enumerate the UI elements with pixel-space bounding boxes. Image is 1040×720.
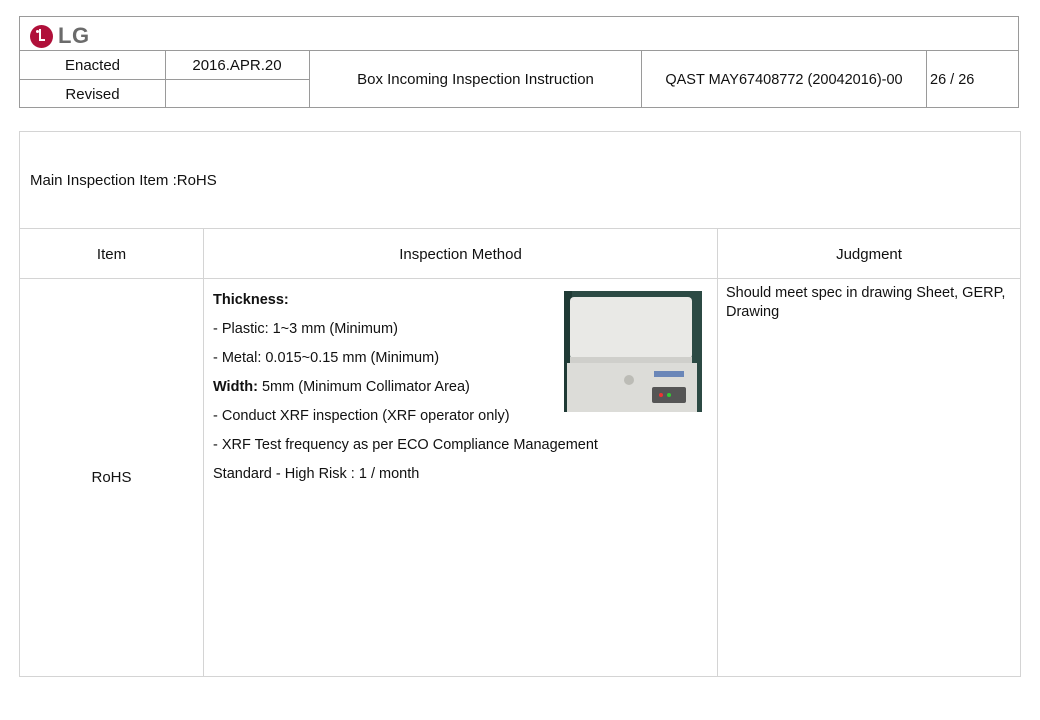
item-rohs: RoHS bbox=[91, 469, 132, 486]
inspection-table: Main Inspection Item :RoHS Item Inspecti… bbox=[19, 131, 1021, 677]
lg-logo-icon bbox=[30, 24, 53, 48]
width-value: 5mm (Minimum Collimator Area) bbox=[257, 379, 470, 395]
enacted-date: 2016.APR.20 bbox=[192, 56, 282, 74]
lg-logo: LG bbox=[30, 23, 90, 49]
width-label: Width: bbox=[213, 379, 258, 395]
standard-risk: Standard - High Risk : 1 / month bbox=[213, 466, 420, 482]
main-inspection-title: Main Inspection Item :RoHS bbox=[30, 172, 217, 189]
column-header-judgment: Judgment bbox=[836, 245, 902, 263]
column-header-method: Inspection Method bbox=[399, 245, 522, 263]
enacted-label: Enacted bbox=[64, 56, 121, 74]
thickness-label: Thickness: bbox=[213, 292, 289, 308]
revised-label: Revised bbox=[65, 85, 120, 103]
page-number: 26 / 26 bbox=[930, 71, 975, 88]
column-header-item: Item bbox=[96, 245, 127, 263]
logo-row: LG bbox=[20, 17, 1018, 51]
document-code: QAST MAY67408772 (20042016)-00 bbox=[665, 71, 903, 88]
judgment-text: Should meet spec in drawing Sheet, GERP,… bbox=[726, 285, 1006, 320]
document-title: Box Incoming Inspection Instruction bbox=[357, 71, 594, 88]
brand-text: LG bbox=[58, 23, 90, 48]
xrf-machine-photo bbox=[564, 291, 702, 412]
document-header: LG Enacted 2016.APR.20 Revised Box Incom… bbox=[19, 16, 1019, 108]
xrf-frequency: - XRF Test frequency as per ECO Complian… bbox=[213, 437, 598, 453]
revised-date bbox=[165, 80, 309, 108]
